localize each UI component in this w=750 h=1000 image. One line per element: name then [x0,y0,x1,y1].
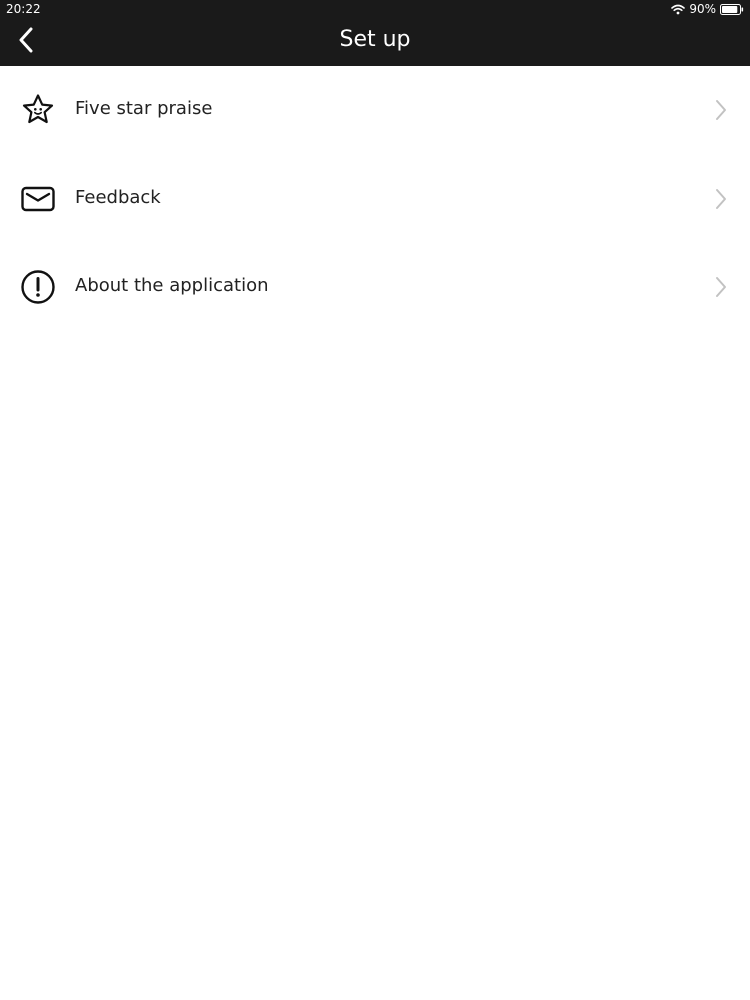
settings-menu-list: Five star praise Feedback About the appl… [0,66,750,332]
menu-item-feedback[interactable]: Feedback [0,155,750,244]
battery-percent: 90% [689,2,716,16]
battery-fill [722,5,738,13]
menu-item-about-the-application[interactable]: About the application [0,243,750,332]
chevron-right-icon [714,276,728,298]
star-icon [20,92,56,128]
status-bar: 20:22 90% [0,0,750,18]
menu-item-label: About the application [75,275,269,296]
envelope-icon [20,181,56,217]
status-indicators: 90% [671,2,744,16]
page-title: Set up [339,27,411,52]
menu-item-label: Five star praise [75,98,213,119]
status-time: 20:22 [6,2,41,16]
info-alert-icon [20,269,56,305]
navigation-bar: Set up [0,18,750,66]
menu-item-label: Feedback [75,186,161,208]
battery-icon [720,3,744,15]
wifi-icon [671,4,686,15]
chevron-right-icon [714,188,728,210]
menu-item-five-star-praise[interactable]: Five star praise [0,66,750,155]
chevron-right-icon [714,99,728,121]
